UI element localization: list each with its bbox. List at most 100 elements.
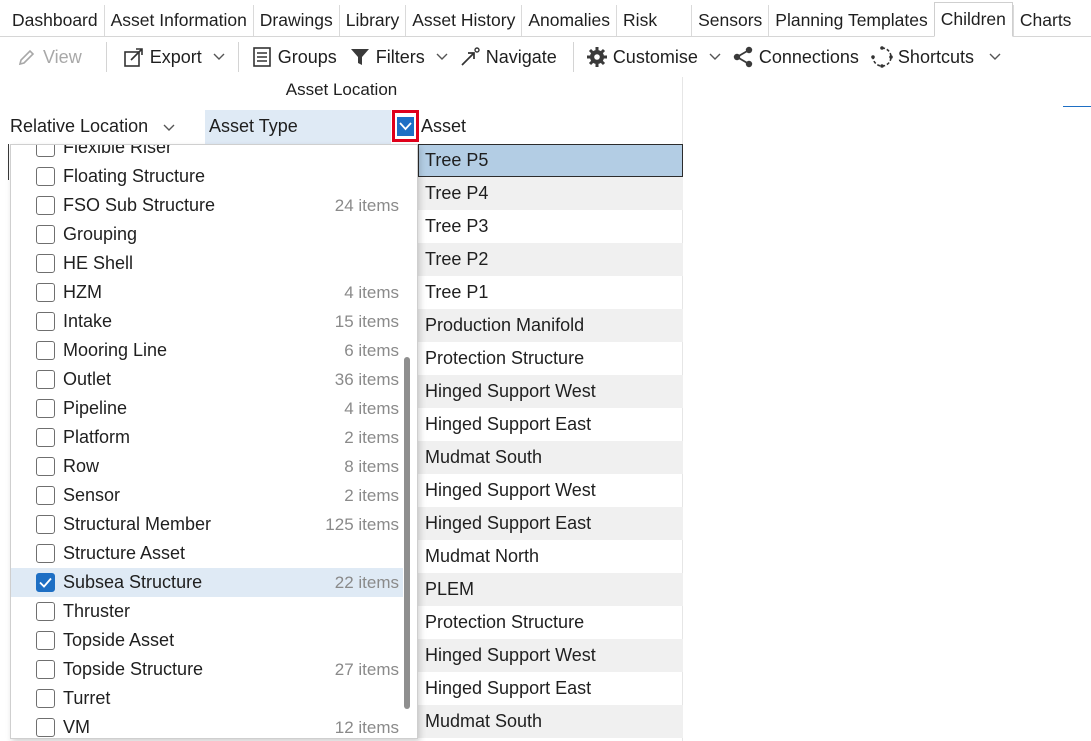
checkbox[interactable]: [36, 399, 55, 418]
column-header-asset[interactable]: Asset: [418, 110, 683, 144]
tab-sensors[interactable]: Sensors: [691, 5, 768, 36]
tab-children[interactable]: Children: [933, 2, 1013, 37]
filter-option-count: 4 items: [344, 282, 399, 302]
checkbox[interactable]: [36, 196, 55, 215]
table-row[interactable]: Hinged Support East: [418, 672, 683, 705]
checkbox[interactable]: [36, 515, 55, 534]
filter-option[interactable]: Structural Member 125 items: [11, 510, 403, 539]
filter-option-label: Outlet: [63, 369, 112, 389]
table-row[interactable]: Tree P3: [418, 210, 683, 243]
filter-list-scrollbar[interactable]: [404, 357, 410, 709]
checkbox[interactable]: [36, 428, 55, 447]
checkbox[interactable]: [36, 370, 55, 389]
checkbox[interactable]: [36, 167, 55, 186]
filter-option[interactable]: VM 12 items: [11, 713, 403, 738]
table-row[interactable]: Mudmat South: [418, 705, 683, 738]
tab-asset-information[interactable]: Asset Information: [103, 5, 253, 36]
table-row[interactable]: Tree P4: [418, 177, 683, 210]
table-row[interactable]: Mudmat South: [418, 441, 683, 474]
tab-asset-history[interactable]: Asset History: [405, 5, 521, 36]
tab-anomalies[interactable]: Anomalies: [521, 5, 616, 36]
table-row[interactable]: Protection Structure: [418, 342, 683, 375]
checkbox[interactable]: [36, 486, 55, 505]
filter-option[interactable]: Pipeline 4 items: [11, 394, 403, 423]
checkbox[interactable]: [36, 631, 55, 650]
filter-option[interactable]: Grouping: [11, 220, 403, 249]
filter-option[interactable]: Thruster: [11, 597, 403, 626]
filter-option[interactable]: HZM 4 items: [11, 278, 403, 307]
table-row[interactable]: PLEM: [418, 573, 683, 606]
customise-button[interactable]: Customise: [580, 40, 704, 74]
connections-button[interactable]: Connections: [726, 40, 865, 74]
filter-option-label: Topside Asset: [63, 630, 175, 650]
column-header-asset-type[interactable]: Asset Type: [205, 110, 391, 144]
filter-option-count: 2 items: [344, 485, 399, 505]
checkbox[interactable]: [36, 225, 55, 244]
column-header-relative-location[interactable]: Relative Location: [0, 110, 205, 144]
tab-planning-templates[interactable]: Planning Templates: [768, 5, 933, 36]
table-row[interactable]: Hinged Support West: [418, 375, 683, 408]
table-row[interactable]: Tree P5: [418, 144, 683, 177]
filter-option[interactable]: Sensor 2 items: [11, 481, 403, 510]
filter-option[interactable]: Topside Structure 27 items: [11, 655, 403, 684]
checkbox[interactable]: [36, 660, 55, 679]
filter-option[interactable]: Outlet 36 items: [11, 365, 403, 394]
filter-option[interactable]: Structure Asset: [11, 539, 403, 568]
checkbox[interactable]: [36, 254, 55, 273]
asset-type-filter-button[interactable]: [392, 110, 419, 142]
customise-dropdown-chevron-icon[interactable]: [704, 40, 726, 74]
shortcuts-button[interactable]: Shortcuts: [865, 40, 980, 74]
shortcuts-dropdown-chevron-icon[interactable]: [984, 40, 1006, 74]
filter-option-count: 27 items: [334, 659, 399, 679]
table-row[interactable]: Mudmat North: [418, 540, 683, 573]
table-row[interactable]: Tree P1: [418, 276, 683, 309]
export-button[interactable]: Export: [117, 40, 208, 74]
tab-drawings[interactable]: Drawings: [252, 5, 339, 36]
filter-option-label: Sensor: [63, 485, 121, 505]
table-row[interactable]: Production Manifold: [418, 309, 683, 342]
tab-charts[interactable]: Charts: [1012, 5, 1078, 36]
checkbox[interactable]: [36, 544, 55, 563]
table-row[interactable]: Protection Structure: [418, 606, 683, 639]
tab-dashboard[interactable]: Dashboard: [0, 5, 104, 36]
right-pane-indicator: [1063, 106, 1091, 107]
gear-icon: [586, 46, 608, 68]
checkbox[interactable]: [36, 312, 55, 331]
filter-option-count: 6 items: [344, 340, 399, 360]
checkbox[interactable]: [36, 283, 55, 302]
filter-option[interactable]: Mooring Line 6 items: [11, 336, 403, 365]
filter-option[interactable]: Floating Structure: [11, 162, 403, 191]
checkbox[interactable]: [36, 602, 55, 621]
filter-option[interactable]: Flexible Riser: [11, 145, 403, 162]
filter-option[interactable]: HE Shell: [11, 249, 403, 278]
export-dropdown-chevron-icon[interactable]: [208, 40, 230, 74]
filters-button[interactable]: Filters: [343, 40, 431, 74]
checkbox[interactable]: [36, 718, 55, 737]
checkbox[interactable]: [36, 145, 55, 157]
checkbox[interactable]: [36, 341, 55, 360]
tab-library[interactable]: Library: [338, 5, 406, 36]
filter-option[interactable]: Topside Asset: [11, 626, 403, 655]
checkbox[interactable]: [36, 689, 55, 708]
tab-bar: Dashboard Asset Information Drawings Librar…: [0, 0, 1091, 37]
filter-option[interactable]: Turret: [11, 684, 403, 713]
filter-option[interactable]: Row 8 items: [11, 452, 403, 481]
filter-option[interactable]: Platform 2 items: [11, 423, 403, 452]
table-row[interactable]: Hinged Support East: [418, 507, 683, 540]
table-row[interactable]: Tree P2: [418, 243, 683, 276]
filter-option[interactable]: Intake 15 items: [11, 307, 403, 336]
table-row[interactable]: Hinged Support West: [418, 639, 683, 672]
tab-risk[interactable]: Risk: [616, 5, 663, 36]
filter-option-count: 36 items: [334, 369, 399, 389]
table-row[interactable]: Hinged Support East: [418, 408, 683, 441]
groups-button[interactable]: Groups: [245, 40, 343, 74]
checkbox-checked[interactable]: [36, 573, 55, 592]
view-button[interactable]: View: [10, 40, 88, 74]
filter-option[interactable]: FSO Sub Structure 24 items: [11, 191, 403, 220]
filter-option[interactable]: Subsea Structure 22 items: [11, 568, 403, 597]
checkbox[interactable]: [36, 457, 55, 476]
connections-label: Connections: [758, 46, 859, 67]
navigate-button[interactable]: Navigate: [453, 40, 563, 74]
filters-dropdown-chevron-icon[interactable]: [431, 40, 453, 74]
table-row[interactable]: Hinged Support West: [418, 474, 683, 507]
